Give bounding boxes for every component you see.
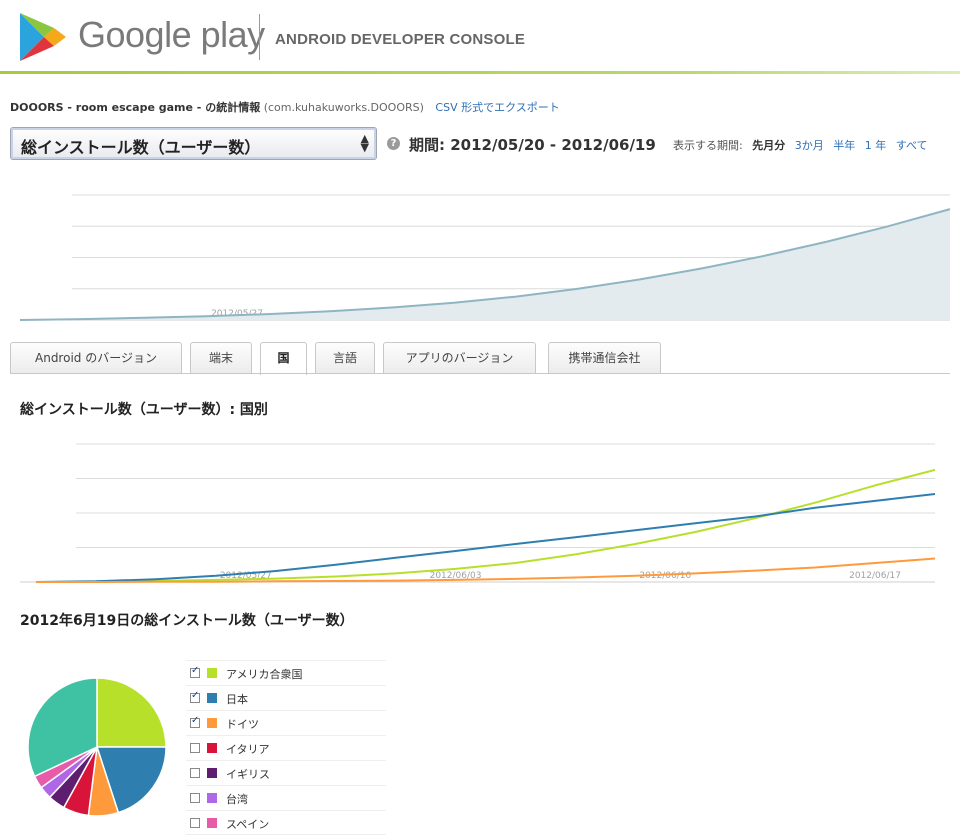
package-name: (com.kuhakuworks.DOOORS) <box>263 101 424 114</box>
legend-checkbox[interactable] <box>190 793 200 803</box>
metric-select[interactable]: 総インストール数（ユーザー数） ▲ ▼ <box>10 127 377 160</box>
pie-section-title: 2012年6月19日の総インストール数（ユーザー数） <box>20 613 354 629</box>
legend-label: イタリア <box>226 743 270 756</box>
legend-swatch <box>207 668 217 678</box>
tab-device[interactable]: 端末 <box>190 342 252 373</box>
legend-swatch <box>207 818 217 828</box>
legend-item: 台湾 <box>186 785 386 810</box>
tab-app-version[interactable]: アプリのバージョン <box>383 342 536 373</box>
series-line-0 <box>35 468 936 583</box>
legend-swatch <box>207 718 217 728</box>
period-label: 期間: <box>409 136 445 154</box>
range-3-months[interactable]: 3か月 <box>795 139 824 152</box>
legend-swatch <box>207 693 217 703</box>
period-value: 2012/05/20 - 2012/06/19 <box>450 136 656 154</box>
csv-export-link[interactable]: CSV 形式でエクスポート <box>435 101 559 114</box>
legend-item: ドイツ <box>186 710 386 735</box>
area-fill <box>20 209 950 320</box>
legend-label: イギリス <box>226 768 270 781</box>
range-selector: 表示する期間: 先月分 3か月 半年 1 年 すべて <box>673 137 934 153</box>
legend-checkbox[interactable] <box>190 665 200 678</box>
tab-language[interactable]: 言語 <box>315 342 375 373</box>
console-title: ANDROID DEVELOPER CONSOLE <box>275 31 526 48</box>
legend-item: イタリア <box>186 735 386 760</box>
legend-item: 日本 <box>186 685 386 710</box>
help-icon[interactable]: ? <box>387 137 400 150</box>
total-installs-chart: 2012/05/272012/06/032012/06/102012/06/17 <box>19 194 951 321</box>
pie-legend: アメリカ合衆国日本ドイツイタリアイギリス台湾スペイン <box>186 660 386 835</box>
range-all[interactable]: すべて <box>896 139 928 152</box>
country-pie-chart <box>27 677 167 817</box>
select-arrows-icon: ▲ ▼ <box>360 132 369 154</box>
legend-item: イギリス <box>186 760 386 785</box>
tab-carrier[interactable]: 携帯通信会社 <box>548 342 661 373</box>
range-6-months[interactable]: 半年 <box>833 139 855 152</box>
stats-subtitle: DOOORS - room escape game - の統計情報 (com.k… <box>10 99 560 115</box>
legend-label: アメリカ合衆国 <box>226 668 303 681</box>
legend-swatch <box>207 768 217 778</box>
legend-label: 台湾 <box>226 793 248 806</box>
brand-name: Google play <box>78 14 265 55</box>
country-installs-chart: 2012/05/27 2012/06/03 2012/06/10 2012/06/17 <box>20 443 936 583</box>
app-name: DOOORS - room escape game - の統計情報 <box>10 101 261 114</box>
country-section-title: 総インストール数（ユーザー数）: 国別 <box>20 402 268 418</box>
legend-swatch <box>207 793 217 803</box>
legend-label: ドイツ <box>226 718 259 731</box>
tab-android-version[interactable]: Android のバージョン <box>10 342 182 373</box>
legend-item: アメリカ合衆国 <box>186 660 386 685</box>
range-label: 表示する期間: <box>673 139 743 152</box>
app-header: Google play ANDROID DEVELOPER CONSOLE <box>0 0 960 74</box>
tab-country[interactable]: 国 <box>260 342 307 375</box>
pie-slice <box>96 677 167 748</box>
legend-checkbox[interactable] <box>190 715 200 728</box>
legend-swatch <box>207 743 217 753</box>
legend-item: スペイン <box>186 810 386 835</box>
header-separator <box>259 14 260 60</box>
period-display: 期間: 2012/05/20 - 2012/06/19 <box>409 134 656 155</box>
range-last-month[interactable]: 先月分 <box>752 139 785 152</box>
legend-checkbox[interactable] <box>190 818 200 828</box>
tabs-baseline <box>10 373 950 374</box>
header-accent-rule <box>0 71 960 74</box>
metric-select-value: 総インストール数（ユーザー数） <box>21 138 261 157</box>
x-tick-label: 2012/06/17 <box>849 571 901 581</box>
legend-checkbox[interactable] <box>190 743 200 753</box>
legend-checkbox[interactable] <box>190 690 200 703</box>
legend-label: 日本 <box>226 693 248 706</box>
google-play-logo-icon[interactable] <box>18 11 68 63</box>
range-1-year[interactable]: 1 年 <box>865 139 887 152</box>
legend-checkbox[interactable] <box>190 768 200 778</box>
